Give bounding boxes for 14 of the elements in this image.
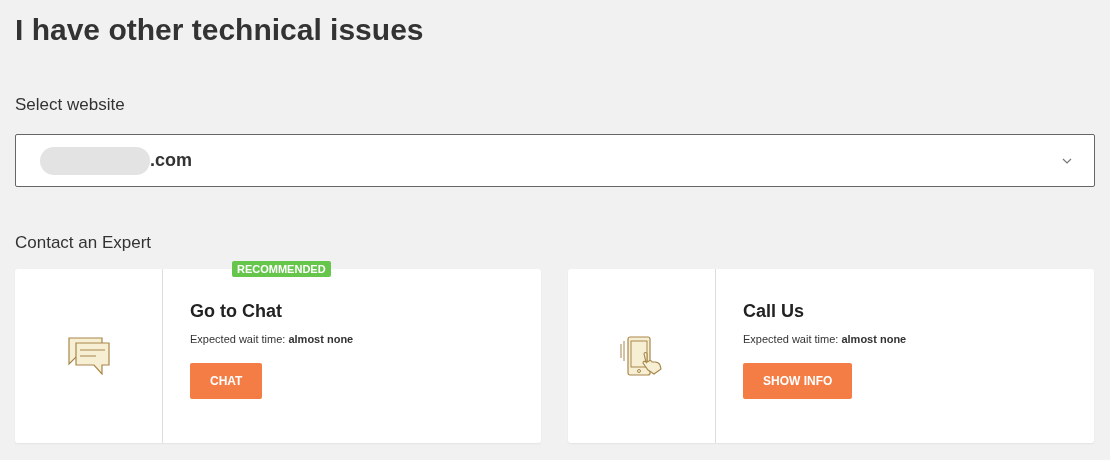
website-select[interactable]: .com xyxy=(15,134,1095,187)
action-button[interactable]: SHOW INFO xyxy=(743,363,853,399)
recommended-badge: RECOMMENDED xyxy=(232,261,331,277)
page-title: I have other technical issues xyxy=(15,12,425,48)
field-label: Select website xyxy=(15,94,126,116)
chat-bubbles-icon xyxy=(67,337,110,375)
section-label: Contact an Expert xyxy=(15,232,153,254)
card-title: Go to Chat xyxy=(190,300,282,322)
action-button[interactable]: CHAT xyxy=(190,363,263,399)
card-title: Call Us xyxy=(743,300,805,322)
wait-time-text: Expected wait time: almost none xyxy=(190,332,354,346)
chevron-down-icon xyxy=(1062,157,1072,164)
phone-tap-icon xyxy=(619,336,664,376)
wait-time-text: Expected wait time: almost none xyxy=(743,332,907,346)
